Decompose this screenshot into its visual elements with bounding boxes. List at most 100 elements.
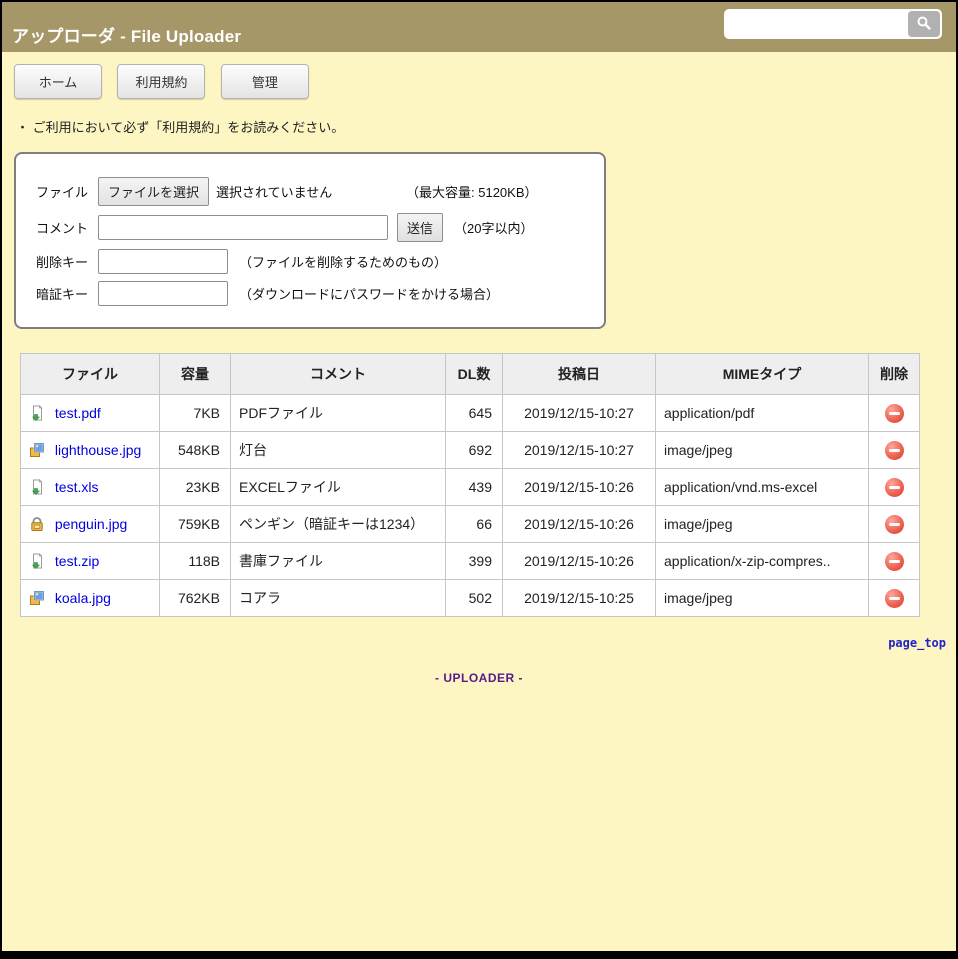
size-cell: 118B xyxy=(160,543,231,580)
file-link[interactable]: penguin.jpg xyxy=(55,516,127,532)
dl-count-cell: 399 xyxy=(446,543,503,580)
file-download-icon xyxy=(29,479,45,495)
dl-count-cell: 66 xyxy=(446,506,503,543)
file-label: ファイル xyxy=(36,182,98,201)
column-header-2: コメント xyxy=(231,354,446,395)
main-nav: ホーム 利用規約 管理 xyxy=(2,52,956,105)
file-cell: test.xls xyxy=(21,469,160,506)
comment-row: コメント 送信 （20字以内） xyxy=(36,213,594,242)
nav-button-home[interactable]: ホーム xyxy=(14,64,102,99)
mime-cell: application/vnd.ms-excel xyxy=(656,469,869,506)
delete-file-button[interactable] xyxy=(885,589,904,608)
delete-cell xyxy=(869,543,920,580)
delete-file-button[interactable] xyxy=(885,552,904,571)
pass-key-row: 暗証キー （ダウンロードにパスワードをかける場合） xyxy=(36,281,594,306)
delete-key-input[interactable] xyxy=(98,249,228,274)
image-icon xyxy=(29,442,45,458)
submit-button[interactable]: 送信 xyxy=(397,213,443,242)
date-cell: 2019/12/15-10:27 xyxy=(503,395,656,432)
file-row: ファイル ファイルを選択 選択されていません （最大容量: 5120KB） xyxy=(36,177,594,206)
file-download-icon xyxy=(29,553,45,569)
table-row: test.xls 23KB EXCELファイル 439 2019/12/15-1… xyxy=(21,469,920,506)
mime-cell: image/jpeg xyxy=(656,580,869,617)
dl-count-cell: 502 xyxy=(446,580,503,617)
mime-cell: image/jpeg xyxy=(656,506,869,543)
magnifier-icon xyxy=(916,15,932,34)
comment-cell: 灯台 xyxy=(231,432,446,469)
size-cell: 548KB xyxy=(160,432,231,469)
comment-hint: （20字以内） xyxy=(454,218,533,237)
delete-file-button[interactable] xyxy=(885,404,904,423)
column-header-3: DL数 xyxy=(446,354,503,395)
image-icon xyxy=(29,590,45,606)
file-link[interactable]: test.pdf xyxy=(55,405,101,421)
date-cell: 2019/12/15-10:26 xyxy=(503,506,656,543)
nav-button-admin[interactable]: 管理 xyxy=(221,64,309,99)
comment-label: コメント xyxy=(36,218,98,237)
mime-cell: application/pdf xyxy=(656,395,869,432)
table-row: test.zip 118B 書庫ファイル 399 2019/12/15-10:2… xyxy=(21,543,920,580)
search-box xyxy=(724,9,942,39)
column-header-4: 投稿日 xyxy=(503,354,656,395)
table-row: penguin.jpg 759KB ペンギン（暗証キーは1234） 66 201… xyxy=(21,506,920,543)
file-link[interactable]: test.xls xyxy=(55,479,99,495)
date-cell: 2019/12/15-10:26 xyxy=(503,469,656,506)
page-top-row: page_top xyxy=(2,634,946,652)
delete-cell xyxy=(869,580,920,617)
mime-cell: image/jpeg xyxy=(656,432,869,469)
size-cell: 762KB xyxy=(160,580,231,617)
site-footer: - UPLOADER - xyxy=(2,671,956,685)
dl-count-cell: 645 xyxy=(446,395,503,432)
top-bar: アップローダ - File Uploader xyxy=(2,2,956,52)
comment-cell: コアラ xyxy=(231,580,446,617)
date-cell: 2019/12/15-10:27 xyxy=(503,432,656,469)
date-cell: 2019/12/15-10:26 xyxy=(503,543,656,580)
file-link[interactable]: koala.jpg xyxy=(55,590,111,606)
dl-count-cell: 439 xyxy=(446,469,503,506)
delete-key-label: 削除キー xyxy=(36,252,98,271)
size-cell: 759KB xyxy=(160,506,231,543)
page: アップローダ - File Uploader ホーム 利用規約 管理 ・ ご利用… xyxy=(0,0,958,959)
dl-count-cell: 692 xyxy=(446,432,503,469)
search-button[interactable] xyxy=(908,11,940,37)
delete-file-button[interactable] xyxy=(885,441,904,460)
file-cell: koala.jpg xyxy=(21,580,160,617)
file-table-body: test.pdf 7KB PDFファイル 645 2019/12/15-10:2… xyxy=(21,395,920,617)
comment-input[interactable] xyxy=(98,215,388,240)
comment-cell: PDFファイル xyxy=(231,395,446,432)
comment-cell: EXCELファイル xyxy=(231,469,446,506)
column-header-0: ファイル xyxy=(21,354,160,395)
usage-notice: ・ ご利用において必ず「利用規約」をお読みください。 xyxy=(16,117,942,136)
file-link[interactable]: test.zip xyxy=(55,553,99,569)
column-header-1: 容量 xyxy=(160,354,231,395)
nav-button-terms[interactable]: 利用規約 xyxy=(117,64,205,99)
comment-cell: ペンギン（暗証キーは1234） xyxy=(231,506,446,543)
pass-key-hint: （ダウンロードにパスワードをかける場合） xyxy=(239,284,499,303)
size-cell: 23KB xyxy=(160,469,231,506)
column-header-5: MIMEタイプ xyxy=(656,354,869,395)
date-cell: 2019/12/15-10:25 xyxy=(503,580,656,617)
file-link[interactable]: lighthouse.jpg xyxy=(55,442,141,458)
file-cell: lighthouse.jpg xyxy=(21,432,160,469)
file-selected-status: 選択されていません xyxy=(216,182,406,201)
comment-cell: 書庫ファイル xyxy=(231,543,446,580)
delete-cell xyxy=(869,506,920,543)
delete-cell xyxy=(869,395,920,432)
page-top-link[interactable]: page_top xyxy=(888,636,946,650)
delete-file-button[interactable] xyxy=(885,515,904,534)
table-row: test.pdf 7KB PDFファイル 645 2019/12/15-10:2… xyxy=(21,395,920,432)
file-table: ファイル容量コメントDL数投稿日MIMEタイプ削除 xyxy=(20,353,920,617)
choose-file-button[interactable]: ファイルを選択 xyxy=(98,177,209,206)
pass-key-input[interactable] xyxy=(98,281,228,306)
max-size-hint: （最大容量: 5120KB） xyxy=(406,182,538,201)
delete-key-hint: （ファイルを削除するためのもの） xyxy=(239,252,447,271)
search-input[interactable] xyxy=(726,13,908,35)
file-cell: penguin.jpg xyxy=(21,506,160,543)
pass-key-label: 暗証キー xyxy=(36,284,98,303)
mime-cell: application/x-zip-compres.. xyxy=(656,543,869,580)
table-row: koala.jpg 762KB コアラ 502 2019/12/15-10:25… xyxy=(21,580,920,617)
column-header-6: 削除 xyxy=(869,354,920,395)
lock-icon xyxy=(29,516,45,532)
delete-file-button[interactable] xyxy=(885,478,904,497)
file-table-header-row: ファイル容量コメントDL数投稿日MIMEタイプ削除 xyxy=(21,354,920,395)
